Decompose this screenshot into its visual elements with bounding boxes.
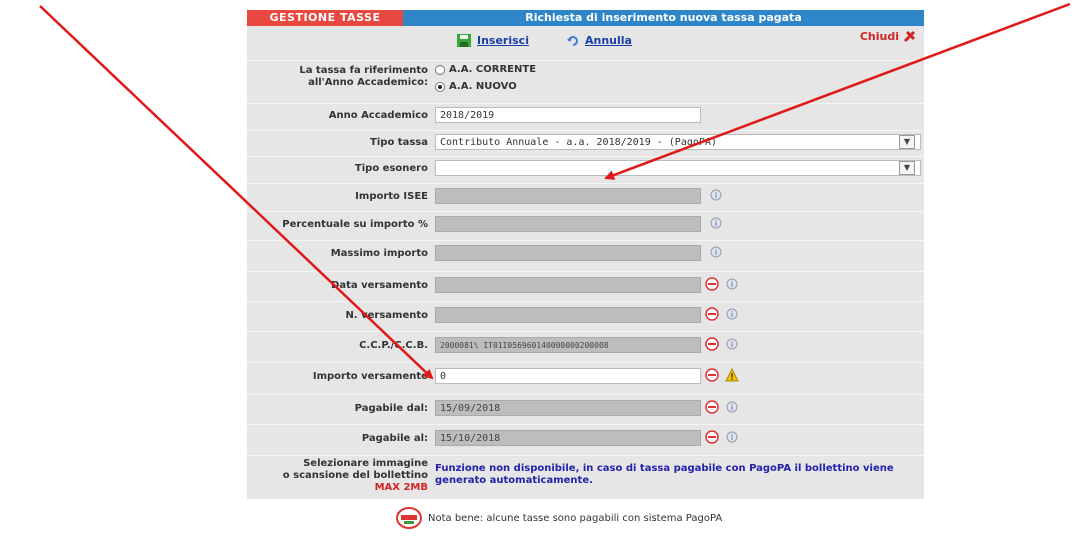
annotation-arrow-esonero	[604, 2, 1071, 180]
annotation-arrow-importo	[39, 5, 434, 380]
annotation-arrows	[39, 2, 1071, 380]
